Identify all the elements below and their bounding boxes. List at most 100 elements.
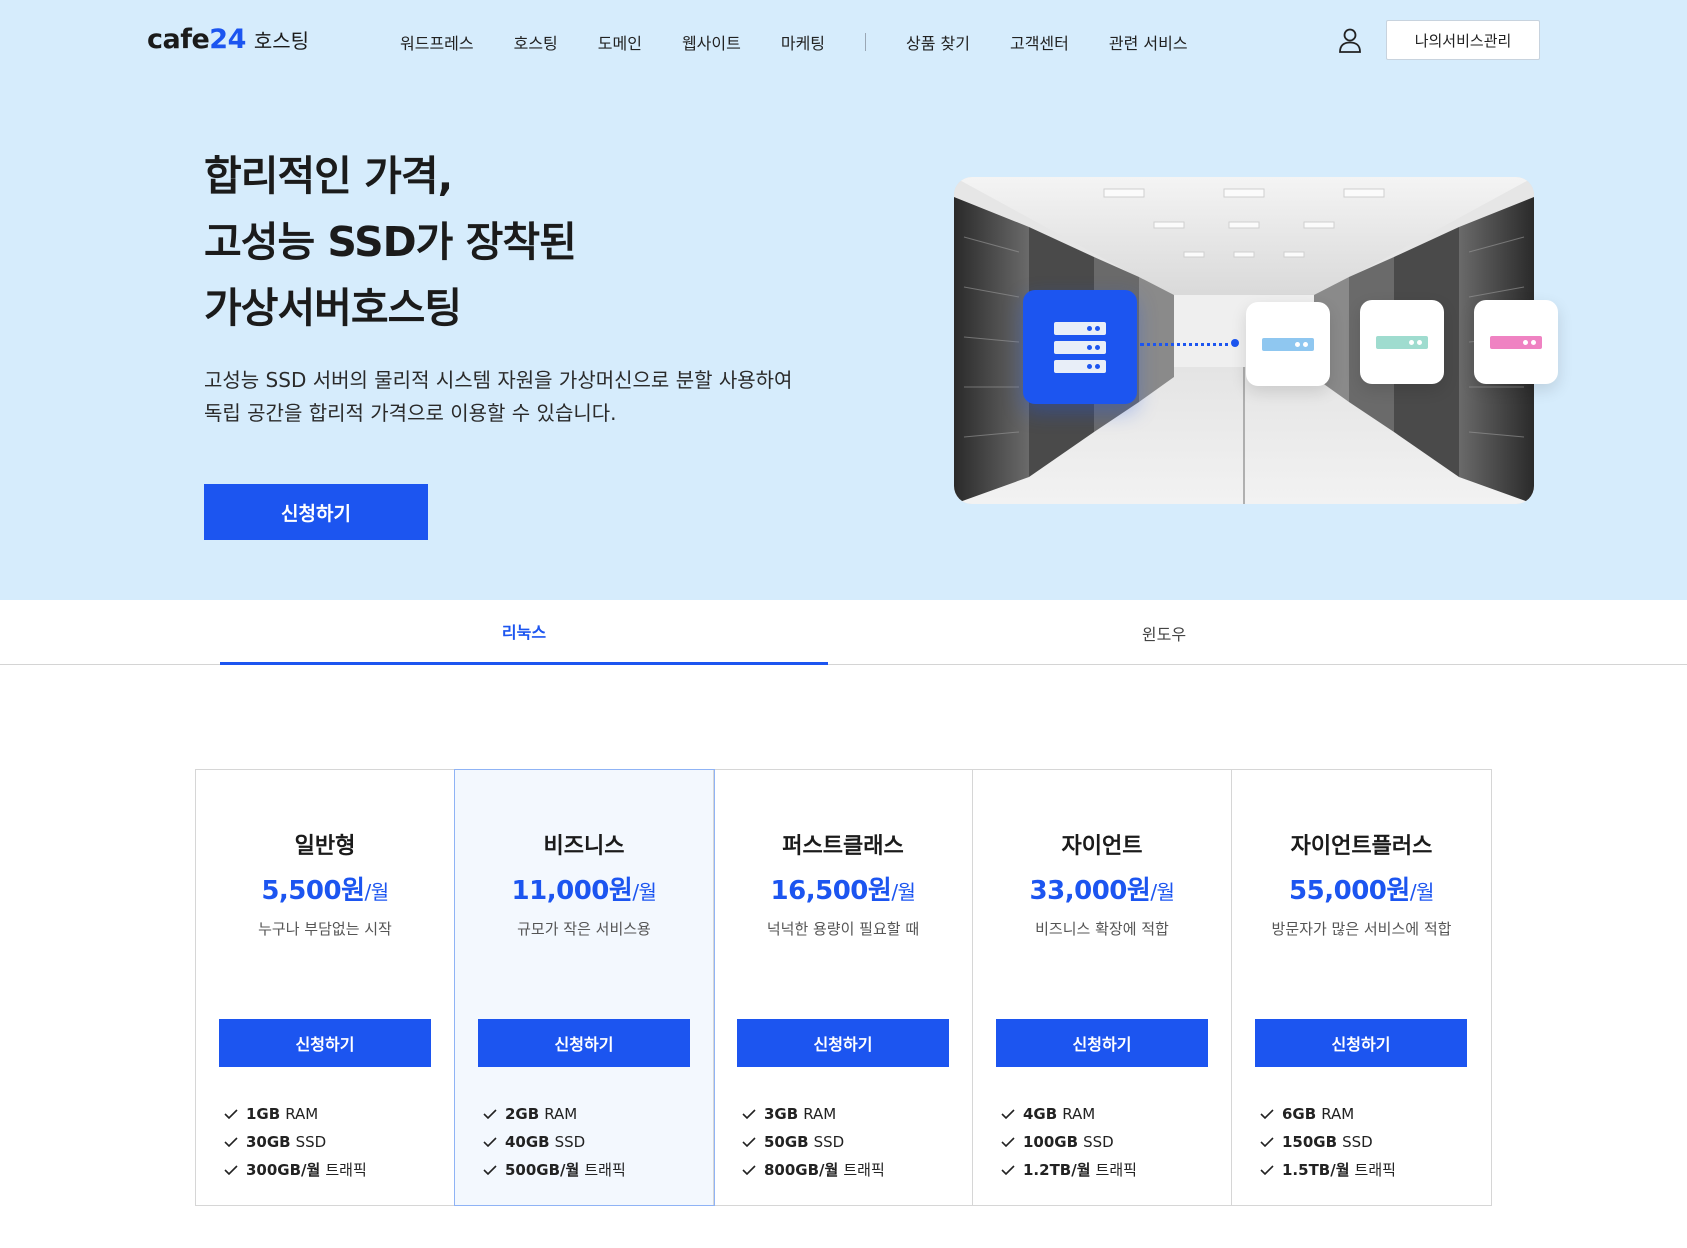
feature-item: 1GB RAM	[224, 1100, 367, 1128]
feature-item: 6GB RAM	[1260, 1100, 1396, 1128]
feature-list: 2GB RAM 40GB SSD 500GB/월 트래픽	[483, 1100, 626, 1184]
apply-button[interactable]: 신청하기	[1255, 1019, 1467, 1067]
feature-item: 100GB SSD	[1001, 1128, 1137, 1156]
plan-name: 퍼스트클래스	[782, 834, 904, 859]
server-node-icon	[1246, 302, 1330, 386]
logo[interactable]: cafe24 호스팅	[147, 24, 309, 55]
plan-price: 55,000원/월	[1232, 870, 1491, 907]
feature-value: 100GB	[1023, 1133, 1079, 1151]
server-node-icon	[1474, 300, 1558, 384]
user-icon[interactable]	[1338, 27, 1362, 53]
feature-value: 800GB/월	[764, 1161, 839, 1179]
check-icon	[1260, 1165, 1274, 1175]
apply-button[interactable]: 신청하기	[219, 1019, 431, 1067]
tab-windows[interactable]: 윈도우	[860, 600, 1468, 665]
feature-label: SSD	[1342, 1133, 1373, 1151]
feature-label: SSD	[1083, 1133, 1114, 1151]
menu-item-customer-center[interactable]: 고객센터	[1010, 30, 1069, 54]
check-icon	[224, 1109, 238, 1119]
menu-divider	[865, 33, 867, 51]
check-icon	[742, 1109, 756, 1119]
plan-name: 일반형	[294, 834, 356, 859]
feature-item: 800GB/월 트래픽	[742, 1156, 885, 1184]
plan-description: 비즈니스 확장에 적합	[1035, 920, 1169, 938]
apply-button[interactable]: 신청하기	[996, 1019, 1208, 1067]
check-icon	[1001, 1137, 1015, 1147]
server-bar-green	[1376, 335, 1428, 349]
menu-item-domain[interactable]: 도메인	[598, 30, 642, 54]
feature-item: 3GB RAM	[742, 1100, 885, 1128]
plan-card-first-class: 퍼스트클래스 16,500원/월 넉넉한 용량이 필요할 때 신청하기 3GB R…	[714, 770, 973, 1205]
menu-item-website[interactable]: 웹사이트	[682, 30, 741, 54]
feature-item: 30GB SSD	[224, 1128, 367, 1156]
feature-item: 4GB RAM	[1001, 1100, 1137, 1128]
check-icon	[224, 1165, 238, 1175]
feature-value: 6GB	[1282, 1105, 1317, 1123]
feature-label: RAM	[1062, 1105, 1096, 1123]
plan-description: 방문자가 많은 서비스에 적합	[1271, 920, 1452, 938]
feature-list: 4GB RAM 100GB SSD 1.2TB/월 트래픽	[1001, 1100, 1137, 1184]
check-icon	[483, 1137, 497, 1147]
feature-list: 6GB RAM 150GB SSD 1.5TB/월 트래픽	[1260, 1100, 1396, 1184]
feature-value: 1.2TB/월	[1023, 1161, 1091, 1179]
feature-value: 150GB	[1282, 1133, 1338, 1151]
hero-apply-button[interactable]: 신청하기	[204, 484, 428, 540]
check-icon	[1001, 1165, 1015, 1175]
menu-item-wordpress[interactable]: 워드프레스	[400, 30, 474, 54]
os-tabs: 리눅스 윈도우	[0, 600, 1687, 665]
hero-title: 합리적인 가격, 고성능 SSD가 장착된 가상서버호스팅	[204, 143, 577, 341]
feature-label: 트래픽	[325, 1161, 367, 1179]
price-unit: /월	[364, 880, 390, 904]
feature-label: RAM	[544, 1105, 578, 1123]
menu-item-marketing[interactable]: 마케팅	[781, 30, 825, 54]
menu-item-hosting[interactable]: 호스팅	[514, 30, 558, 54]
feature-value: 4GB	[1023, 1105, 1058, 1123]
plan-card-basic: 일반형 5,500원/월 누구나 부담없는 시작 신청하기 1GB RAM 30G…	[196, 770, 455, 1205]
feature-item: 1.2TB/월 트래픽	[1001, 1156, 1137, 1184]
plan-description: 넉넉한 용량이 필요할 때	[766, 920, 920, 938]
apply-button[interactable]: 신청하기	[478, 1019, 690, 1067]
tab-linux[interactable]: 리눅스	[220, 600, 828, 665]
feature-item: 500GB/월 트래픽	[483, 1156, 626, 1184]
hero-description-line: 독립 공간을 합리적 가격으로 이용할 수 있습니다.	[204, 401, 617, 425]
feature-value: 2GB	[505, 1105, 540, 1123]
plan-name: 비즈니스	[543, 834, 625, 859]
price-amount: 33,000원	[1029, 876, 1151, 906]
apply-button[interactable]: 신청하기	[737, 1019, 949, 1067]
hero-description-line: 고성능 SSD 서버의 물리적 시스템 자원을 가상머신으로 분할 사용하여	[204, 368, 793, 392]
plan-price: 11,000원/월	[455, 870, 713, 907]
price-amount: 16,500원	[770, 876, 892, 906]
check-icon	[1260, 1109, 1274, 1119]
feature-item: 300GB/월 트래픽	[224, 1156, 367, 1184]
logo-subtitle: 호스팅	[253, 29, 310, 53]
plan-card-giant-plus: 자이언트플러스 55,000원/월 방문자가 많은 서비스에 적합 신청하기 6…	[1232, 770, 1491, 1205]
feature-label: RAM	[803, 1105, 837, 1123]
logo-mark: cafe24	[147, 24, 246, 55]
plan-description: 규모가 작은 서비스용	[517, 920, 651, 938]
feature-value: 1.5TB/월	[1282, 1161, 1350, 1179]
feature-value: 3GB	[764, 1105, 799, 1123]
check-icon	[1260, 1137, 1274, 1147]
feature-value: 50GB	[764, 1133, 809, 1151]
menu-item-related-services[interactable]: 관련 서비스	[1109, 30, 1188, 54]
check-icon	[483, 1165, 497, 1175]
feature-label: 트래픽	[1354, 1161, 1396, 1179]
hero-title-line: 합리적인 가격,	[204, 152, 453, 200]
feature-item: 50GB SSD	[742, 1128, 885, 1156]
feature-label: 트래픽	[584, 1161, 626, 1179]
price-unit: /월	[1409, 880, 1435, 904]
server-bar-blue	[1262, 337, 1314, 351]
plan-price: 5,500원/월	[196, 870, 454, 907]
main-menu: 워드프레스 호스팅 도메인 웹사이트 마케팅 상품 찾기 고객센터 관련 서비스	[400, 30, 1228, 54]
my-service-management-button[interactable]: 나의서비스관리	[1386, 20, 1540, 60]
logo-text: cafe	[147, 24, 210, 55]
hero-title-line: 고성능 SSD가 장착된	[204, 218, 577, 266]
feature-value: 1GB	[246, 1105, 281, 1123]
price-amount: 55,000원	[1289, 876, 1410, 906]
check-icon	[742, 1137, 756, 1147]
check-icon	[742, 1165, 756, 1175]
menu-item-product-search[interactable]: 상품 찾기	[906, 30, 970, 54]
plan-price: 16,500원/월	[714, 870, 972, 907]
server-node-icon	[1360, 300, 1444, 384]
feature-value: 500GB/월	[505, 1161, 580, 1179]
